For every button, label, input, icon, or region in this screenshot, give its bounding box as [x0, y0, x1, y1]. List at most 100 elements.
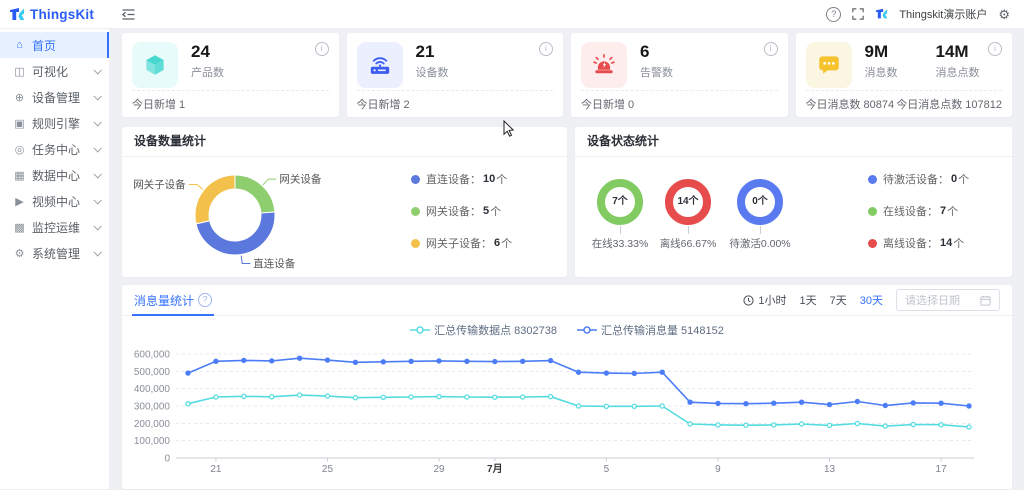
status-ring[interactable]: 0个待激活0.00%	[725, 179, 795, 251]
chevron-down-icon	[93, 118, 101, 126]
main-content: 24产品数i今日新增 121设备数i今日新增 26告警数i今日新增 09M消息数…	[110, 28, 1024, 489]
stat-footer-text: 今日消息点数 107812	[896, 96, 1002, 112]
sidebar-menu: ⌂首页◫可视化 ⊕ 设备管理 ▣ 规则引擎 ◎任务中心 ▦ 数据中心 ▶视频中心▩监控运维⚙系统…	[0, 28, 110, 489]
sidebar-item-label: 监控运维	[32, 219, 80, 236]
device-status-title: 设备状态统计	[575, 127, 1012, 157]
line-legend-item[interactable]: 汇总传输消息量 5148152	[577, 322, 724, 338]
device-count-title: 设备数量统计	[122, 127, 567, 157]
legend-item[interactable]: 待激活设备：0个	[868, 171, 969, 187]
video-icon: ▶	[12, 195, 27, 208]
app-logo[interactable]: ThingsKit	[0, 7, 110, 22]
device-status-panel: 设备状态统计 7个在线33.33%14个离线66.67%0个待激活0.00% 待…	[575, 127, 1012, 277]
stat-value: 6	[640, 42, 673, 61]
help-icon[interactable]: ?	[826, 7, 841, 22]
svg-text:400,000: 400,000	[134, 384, 171, 395]
device-icon: ⊕	[12, 91, 27, 104]
logo-text: ThingsKit	[30, 7, 94, 22]
x-tick-label: 13	[824, 464, 836, 475]
stat-footer-text: 今日消息数 80874	[806, 96, 895, 112]
filter-7天[interactable]: 7天	[830, 292, 847, 308]
legend-marker	[577, 326, 597, 334]
sidebar-item-system-management[interactable]: ⚙系统管理	[0, 240, 109, 266]
info-icon[interactable]: i	[764, 42, 778, 56]
sidebar-item-monitor-ops[interactable]: ▩监控运维	[0, 214, 109, 240]
series-line	[188, 395, 969, 427]
legend-dot	[411, 175, 420, 184]
tab-help-icon[interactable]: ?	[198, 293, 212, 307]
sidebar-item-rule-engine[interactable]: ▣ 规则引擎	[0, 110, 109, 136]
chevron-down-icon	[93, 248, 101, 256]
alarm-icon	[581, 42, 627, 88]
sidebar-item-task-center[interactable]: ◎任务中心	[0, 136, 109, 162]
stat-card-告警数: 6告警数i今日新增 0	[571, 33, 788, 117]
line-legend-item[interactable]: 汇总传输数据点 8302738	[410, 322, 557, 338]
stat-label: 消息数	[865, 64, 898, 80]
stats-row: 24产品数i今日新增 121设备数i今日新增 26告警数i今日新增 09M消息数…	[122, 33, 1012, 117]
account-avatar[interactable]	[875, 8, 888, 20]
sidebar-item-label: 数据中心	[32, 167, 80, 184]
stat-label: 产品数	[191, 64, 224, 80]
stat-value: 14M	[936, 42, 980, 61]
date-picker-input[interactable]: 请选择日期	[896, 289, 1000, 311]
stat-card-消息数: 9M消息数14M消息点数i今日消息数 80874今日消息点数 107812	[796, 33, 1013, 117]
filter-1小时[interactable]: 1小时	[758, 292, 786, 308]
stat-value: 9M	[865, 42, 898, 61]
filter-1天[interactable]: 1天	[800, 292, 817, 308]
legend-dot	[868, 239, 877, 248]
status-ring[interactable]: 7个在线33.33%	[585, 179, 655, 251]
sidebar-collapse-icon[interactable]	[122, 9, 135, 20]
sidebar-item-home[interactable]: ⌂首页	[0, 32, 109, 58]
sidebar-item-visualization[interactable]: ◫可视化	[0, 58, 109, 84]
legend-item[interactable]: 离线设备：14个	[868, 235, 969, 251]
clock-icon	[743, 295, 754, 306]
sidebar-item-video-center[interactable]: ▶视频中心	[0, 188, 109, 214]
time-range-filters: 1小时 1天 7天 30天 请选择日期	[743, 289, 1000, 311]
stat-label: 设备数	[416, 64, 449, 80]
legend-dot	[868, 175, 877, 184]
rule-icon: ▣	[12, 117, 27, 130]
info-icon[interactable]: i	[988, 42, 1002, 56]
status-ring-label: 在线33.33%	[585, 236, 655, 251]
sidebar-item-label: 设备管理	[32, 89, 80, 106]
stat-value: 21	[416, 42, 449, 61]
sidebar-item-device-management[interactable]: ⊕ 设备管理	[0, 84, 109, 110]
donut-slice[interactable]	[235, 175, 275, 213]
task-icon: ◎	[12, 143, 27, 156]
info-icon[interactable]: i	[315, 42, 329, 56]
legend-item[interactable]: 在线设备：7个	[868, 203, 969, 219]
legend-dot	[411, 207, 420, 216]
router-icon	[357, 42, 403, 88]
donut-slice-label: 网关设备	[279, 173, 321, 186]
device-count-donut-chart: 网关设备直连设备网关子设备	[122, 157, 422, 277]
legend-item[interactable]: 网关子设备：6个	[411, 235, 512, 251]
device-count-panel: 设备数量统计 网关设备直连设备网关子设备 直连设备：10个网关设备：5个网关子设…	[122, 127, 567, 277]
chevron-down-icon	[93, 66, 101, 74]
status-ring-circle: 7个	[597, 179, 643, 225]
x-tick-label: 5	[604, 464, 610, 475]
message-icon	[806, 42, 852, 88]
legend-item[interactable]: 直连设备：10个	[411, 171, 512, 187]
info-icon[interactable]: i	[539, 42, 553, 56]
chevron-down-icon	[93, 222, 101, 230]
topbar: ThingsKit ? Thingskit演示账户 ⚙	[0, 0, 1024, 29]
status-ring[interactable]: 14个离线66.67%	[653, 179, 723, 251]
x-tick-label: 21	[210, 464, 222, 475]
svg-text:300,000: 300,000	[134, 402, 171, 413]
donut-slice-label: 网关子设备	[133, 178, 186, 191]
device-count-legend: 直连设备：10个网关设备：5个网关子设备：6个	[411, 171, 512, 251]
tab-message-volume[interactable]: 消息量统计 ?	[134, 285, 212, 315]
account-name[interactable]: Thingskit演示账户	[899, 6, 987, 22]
filter-30天[interactable]: 30天	[860, 292, 883, 308]
chevron-down-icon	[93, 196, 101, 204]
svg-text:0: 0	[164, 454, 170, 465]
legend-item[interactable]: 网关设备：5个	[411, 203, 512, 219]
sidebar-item-data-center[interactable]: ▦ 数据中心	[0, 162, 109, 188]
data-icon: ▦	[12, 169, 27, 182]
fullscreen-icon[interactable]	[852, 8, 864, 20]
stat-footer-text: 今日新增 0	[581, 96, 634, 112]
device-status-legend: 待激活设备：0个在线设备：7个离线设备：14个	[868, 171, 969, 251]
settings-gear-icon[interactable]: ⚙	[998, 8, 1010, 21]
sidebar-item-label: 规则引擎	[32, 115, 80, 132]
device-status-rings: 7个在线33.33%14个离线66.67%0个待激活0.00%	[575, 157, 862, 277]
donut-slice[interactable]	[195, 175, 235, 224]
